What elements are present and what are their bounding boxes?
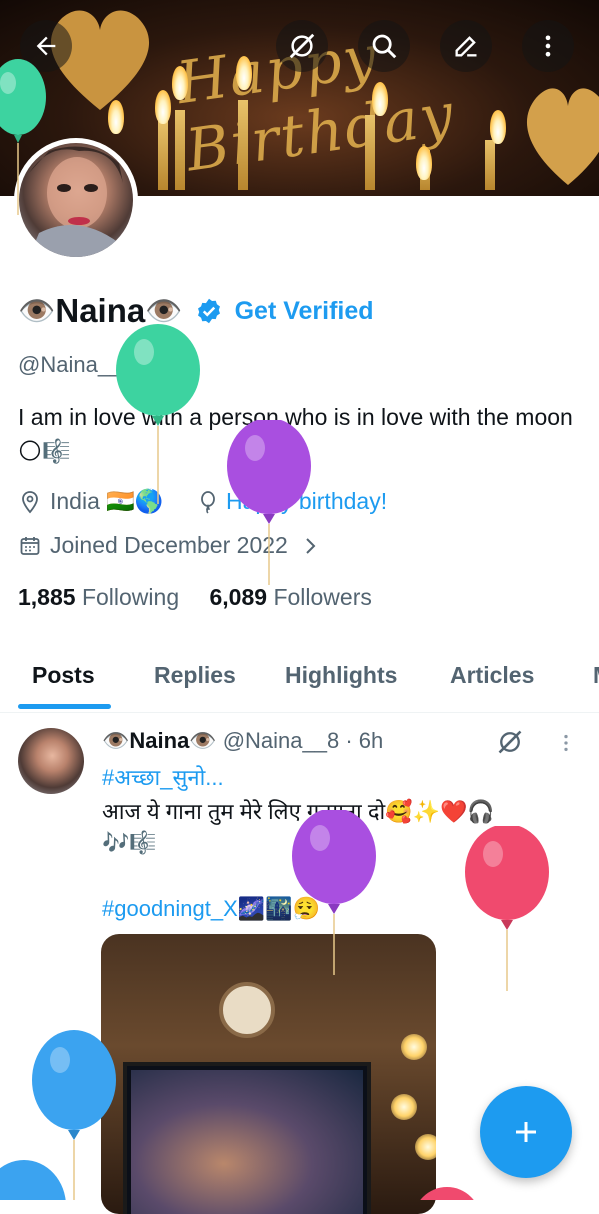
verified-badge-icon[interactable] (195, 297, 223, 325)
post-media-image[interactable] (101, 934, 436, 1214)
get-verified-link[interactable]: Get Verified (235, 297, 374, 326)
compose-post-button[interactable] (480, 1086, 572, 1178)
tab-posts[interactable]: Posts (32, 662, 95, 689)
post-text-line-2: 🎶🎼 (102, 830, 157, 855)
edit-button[interactable] (440, 20, 492, 72)
balloon-green-top-left (0, 59, 46, 215)
tab-media[interactable]: M (593, 662, 599, 689)
balloon-pink-bottom (420, 1187, 474, 1200)
followers-label: Followers (273, 584, 372, 610)
name-prefix-emoji: 👁️ (18, 294, 56, 328)
followers-count: 6,089 (209, 584, 268, 610)
follow-counts: 1,885 Following 6,089 Followers (18, 584, 372, 611)
post-header: 👁️Naina👁️ @Naina__8 · 6h (102, 728, 383, 754)
pencil-icon (455, 36, 477, 57)
clock-decoration (219, 982, 275, 1038)
balloon-purple-post (292, 810, 376, 975)
tv-screen (123, 1062, 371, 1214)
plus-icon (516, 1122, 536, 1142)
post-author-handle: @Naina__8 · 6h (222, 728, 384, 753)
post-hashtag-2[interactable]: #goodningt_X🌌🌃😮‍💨 (102, 896, 320, 922)
balloon-purple-profile (227, 420, 311, 585)
post-more-icon[interactable] (555, 731, 577, 755)
post-author-name[interactable]: 👁️Naina👁️ (102, 728, 217, 754)
balloon-blue-bottom (0, 1160, 66, 1200)
tab-highlights[interactable]: Highlights (285, 662, 397, 689)
followers-link[interactable]: 6,089 Followers (210, 584, 372, 610)
calendar-icon (20, 536, 40, 555)
search-icon (372, 34, 397, 59)
following-link[interactable]: 1,885 Following (18, 584, 179, 610)
slash-circle-icon (289, 33, 315, 59)
search-button[interactable] (358, 20, 410, 72)
tab-articles[interactable]: Articles (450, 662, 534, 689)
balloon-pink (465, 826, 549, 991)
post-hashtag-1[interactable]: #अच्छा_सुनो... (102, 762, 224, 792)
location-pin-icon (22, 490, 38, 513)
post-author-avatar[interactable] (18, 728, 84, 794)
grok-button[interactable] (276, 20, 328, 72)
more-vertical-icon (545, 35, 551, 57)
following-label: Following (81, 584, 180, 610)
following-count: 1,885 (18, 584, 76, 610)
tab-replies[interactable]: Replies (154, 662, 236, 689)
grok-post-icon[interactable] (496, 728, 524, 756)
active-tab-indicator (18, 704, 111, 709)
balloon-green (116, 324, 200, 504)
more-options-button[interactable] (522, 20, 574, 72)
